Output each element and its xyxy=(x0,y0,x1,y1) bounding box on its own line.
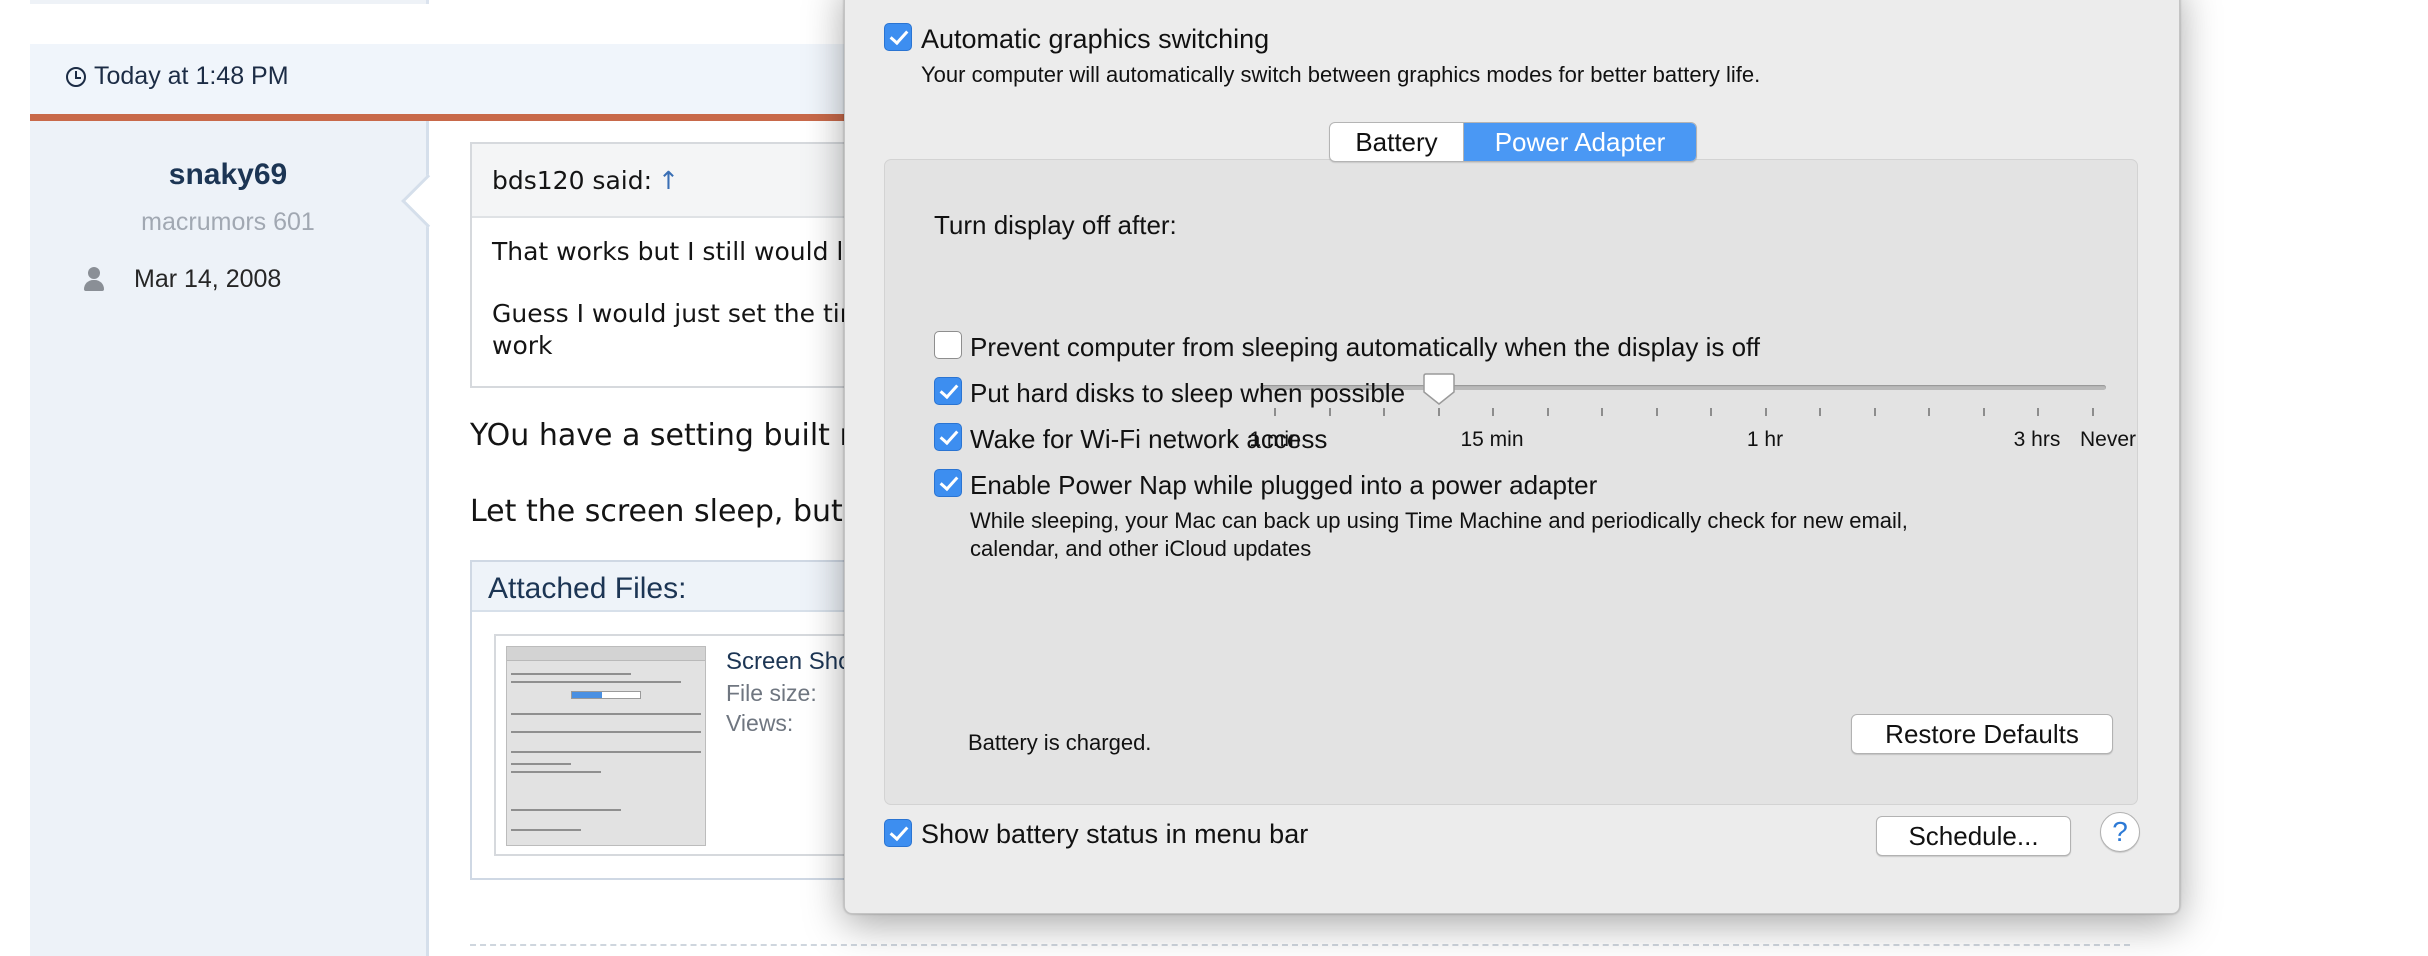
tick-label-never: Never xyxy=(2079,428,2137,451)
attached-files: Attached Files: Screen Sho File size: Vi… xyxy=(470,560,894,880)
settings-box: Turn display off after: 1 min 15 min 1 h… xyxy=(884,159,2138,805)
power-nap-checkbox[interactable] xyxy=(934,469,962,497)
slider-tick xyxy=(1274,408,1276,416)
post-date[interactable]: Today at 1:48 PM xyxy=(66,62,289,91)
views-label: Views: xyxy=(726,710,794,736)
attached-files-header: Attached Files: xyxy=(472,562,888,612)
slider-tick xyxy=(2092,408,2094,416)
jump-to-quote-icon[interactable]: ↑ xyxy=(658,166,679,195)
slider-tick xyxy=(1710,408,1712,416)
display-off-slider-thumb[interactable] xyxy=(1423,372,1455,406)
show-battery-label[interactable]: Show battery status in menu bar xyxy=(921,819,1308,850)
post-text: YOu have a setting built rig xyxy=(470,418,880,453)
hard-disk-sleep-label[interactable]: Put hard disks to sleep when possible xyxy=(970,378,1405,409)
display-off-label: Turn display off after: xyxy=(934,210,1177,240)
power-nap-label[interactable]: Enable Power Nap while plugged into a po… xyxy=(970,470,1597,501)
previous-post-strip xyxy=(30,0,428,4)
auto-graphics-checkbox[interactable] xyxy=(884,23,912,51)
divider xyxy=(470,944,2130,946)
tick-label-15min: 15 min xyxy=(1460,428,1524,451)
slider-tick xyxy=(1547,408,1549,416)
slider-tick xyxy=(1874,408,1876,416)
attachment-item[interactable]: Screen Sho File size: Views: xyxy=(494,634,894,856)
slider-tick xyxy=(1765,408,1767,416)
quote-header: bds120 said: ↑ xyxy=(472,144,868,218)
quote-body: That works but I still would li Guess I … xyxy=(472,218,868,362)
slider-tick xyxy=(1438,408,1440,416)
restore-defaults-button[interactable]: Restore Defaults xyxy=(1851,714,2113,754)
divider xyxy=(426,0,429,4)
file-size-label: File size: xyxy=(726,680,817,706)
prevent-sleep-label[interactable]: Prevent computer from sleeping automatic… xyxy=(970,332,1760,363)
energy-saver-window: Automatic graphics switching Your comput… xyxy=(844,0,2180,914)
quote-block: bds120 said: ↑ That works but I still wou… xyxy=(470,142,870,388)
user-title: macrumors 601 xyxy=(141,208,315,236)
quote-author: bds120 said: xyxy=(492,166,653,195)
joined-date: Mar 14, 2008 xyxy=(134,265,282,293)
slider-tick xyxy=(1329,408,1331,416)
slider-tick xyxy=(1928,408,1930,416)
attachment-name-link[interactable]: Screen Sho xyxy=(726,648,851,676)
auto-graphics-description: Your computer will automatically switch … xyxy=(921,62,1761,87)
tick-label-3hrs: 3 hrs xyxy=(2013,428,2061,451)
prevent-sleep-checkbox[interactable] xyxy=(934,331,962,359)
schedule-button[interactable]: Schedule... xyxy=(1876,816,2071,856)
slider-tick xyxy=(1819,408,1821,416)
slider-tick xyxy=(1492,408,1494,416)
power-source-tabs: Battery Power Adapter xyxy=(1329,122,1697,162)
post-date-text: Today at 1:48 PM xyxy=(94,62,289,90)
slider-tick xyxy=(1383,408,1385,416)
slider-tick xyxy=(2037,408,2039,416)
clock-icon xyxy=(66,66,86,87)
divider xyxy=(426,121,429,956)
tick-label-1hr: 1 hr xyxy=(1746,428,1784,451)
post-text: Let the screen sleep, but tu xyxy=(470,494,884,529)
tab-battery[interactable]: Battery xyxy=(1330,123,1464,161)
wake-wifi-checkbox[interactable] xyxy=(934,423,962,451)
tab-power-adapter[interactable]: Power Adapter xyxy=(1464,123,1696,161)
power-nap-description: calendar, and other iCloud updates xyxy=(970,536,1312,561)
attachment-thumbnail[interactable] xyxy=(506,646,706,846)
auto-graphics-label[interactable]: Automatic graphics switching xyxy=(921,24,1269,55)
battery-status-text: Battery is charged. xyxy=(968,730,1152,755)
slider-tick xyxy=(1601,408,1603,416)
quote-line: Guess I would just set the tin xyxy=(492,299,856,328)
quote-line: That works but I still would li xyxy=(492,237,851,266)
user-joined: Mar 14, 2008 xyxy=(82,265,281,294)
slider-tick xyxy=(1983,408,1985,416)
hard-disk-sleep-checkbox[interactable] xyxy=(934,377,962,405)
power-nap-description: While sleeping, your Mac can back up usi… xyxy=(970,508,1908,533)
show-battery-checkbox[interactable] xyxy=(884,819,912,847)
username-link[interactable]: snaky69 xyxy=(30,158,426,192)
quote-line: work xyxy=(492,331,553,360)
slider-tick xyxy=(1656,408,1658,416)
wake-wifi-label[interactable]: Wake for Wi-Fi network access xyxy=(970,424,1327,455)
person-icon xyxy=(82,266,106,293)
user-info-column xyxy=(30,121,426,956)
help-button[interactable]: ? xyxy=(2100,812,2140,852)
